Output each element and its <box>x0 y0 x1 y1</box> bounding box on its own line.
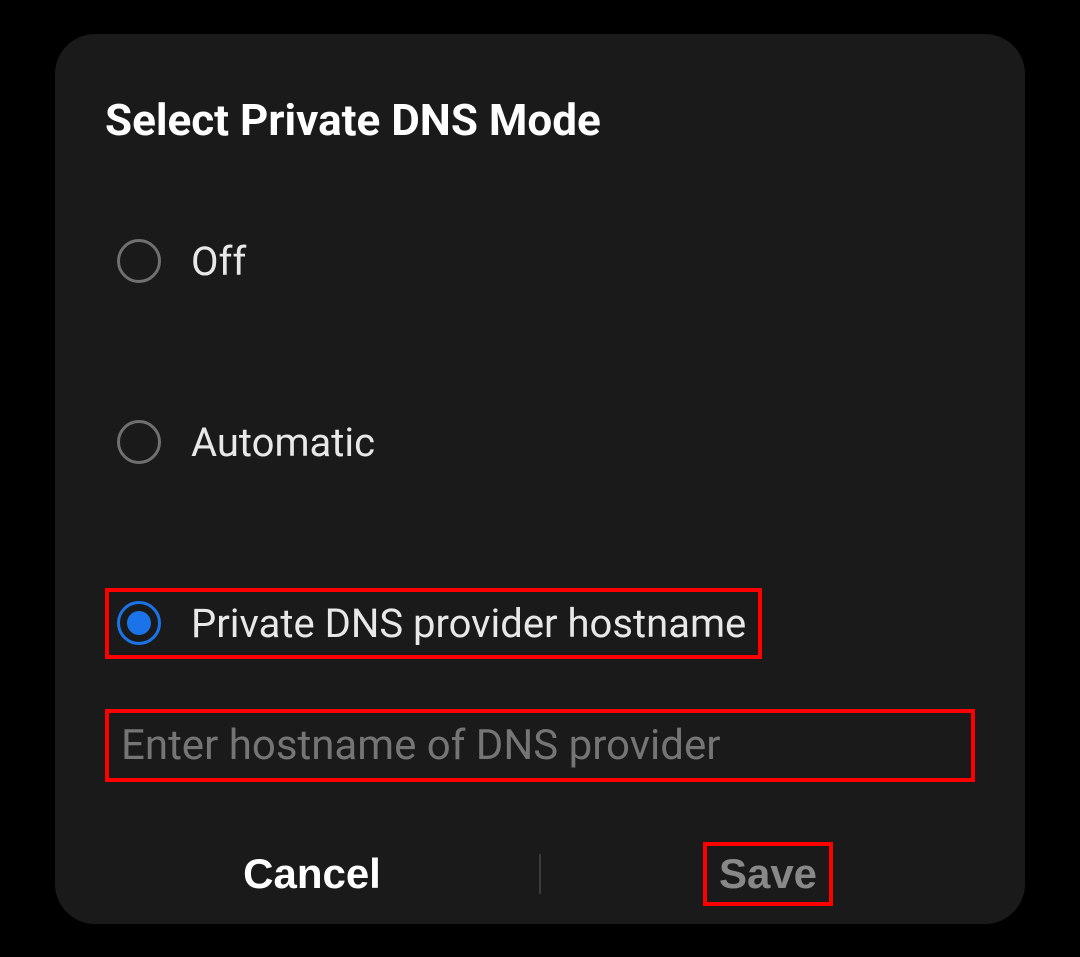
spacer <box>85 307 995 397</box>
dialog-title: Select Private DNS Mode <box>85 94 995 146</box>
radio-group: Off Automatic Private DNS provider hostn… <box>85 216 995 669</box>
dialog-buttons: Cancel Save <box>85 842 995 906</box>
radio-dot-icon <box>127 611 151 635</box>
save-cell: Save <box>541 842 995 906</box>
radio-circle-selected-icon <box>117 601 161 645</box>
cancel-cell: Cancel <box>85 846 539 902</box>
radio-option-off[interactable]: Off <box>85 216 995 307</box>
hostname-input[interactable] <box>121 721 959 770</box>
cancel-button[interactable]: Cancel <box>231 846 393 902</box>
save-button[interactable]: Save <box>703 842 833 906</box>
spacer <box>85 488 995 578</box>
radio-label: Automatic <box>191 419 375 466</box>
private-dns-dialog: Select Private DNS Mode Off Automatic Pr… <box>55 34 1025 924</box>
radio-label: Off <box>191 238 246 285</box>
radio-option-automatic[interactable]: Automatic <box>85 397 995 488</box>
radio-circle-icon <box>117 420 161 464</box>
hostname-input-wrapper <box>105 709 975 782</box>
radio-circle-icon <box>117 239 161 283</box>
radio-option-hostname[interactable]: Private DNS provider hostname <box>85 578 995 669</box>
radio-label: Private DNS provider hostname <box>191 600 746 647</box>
